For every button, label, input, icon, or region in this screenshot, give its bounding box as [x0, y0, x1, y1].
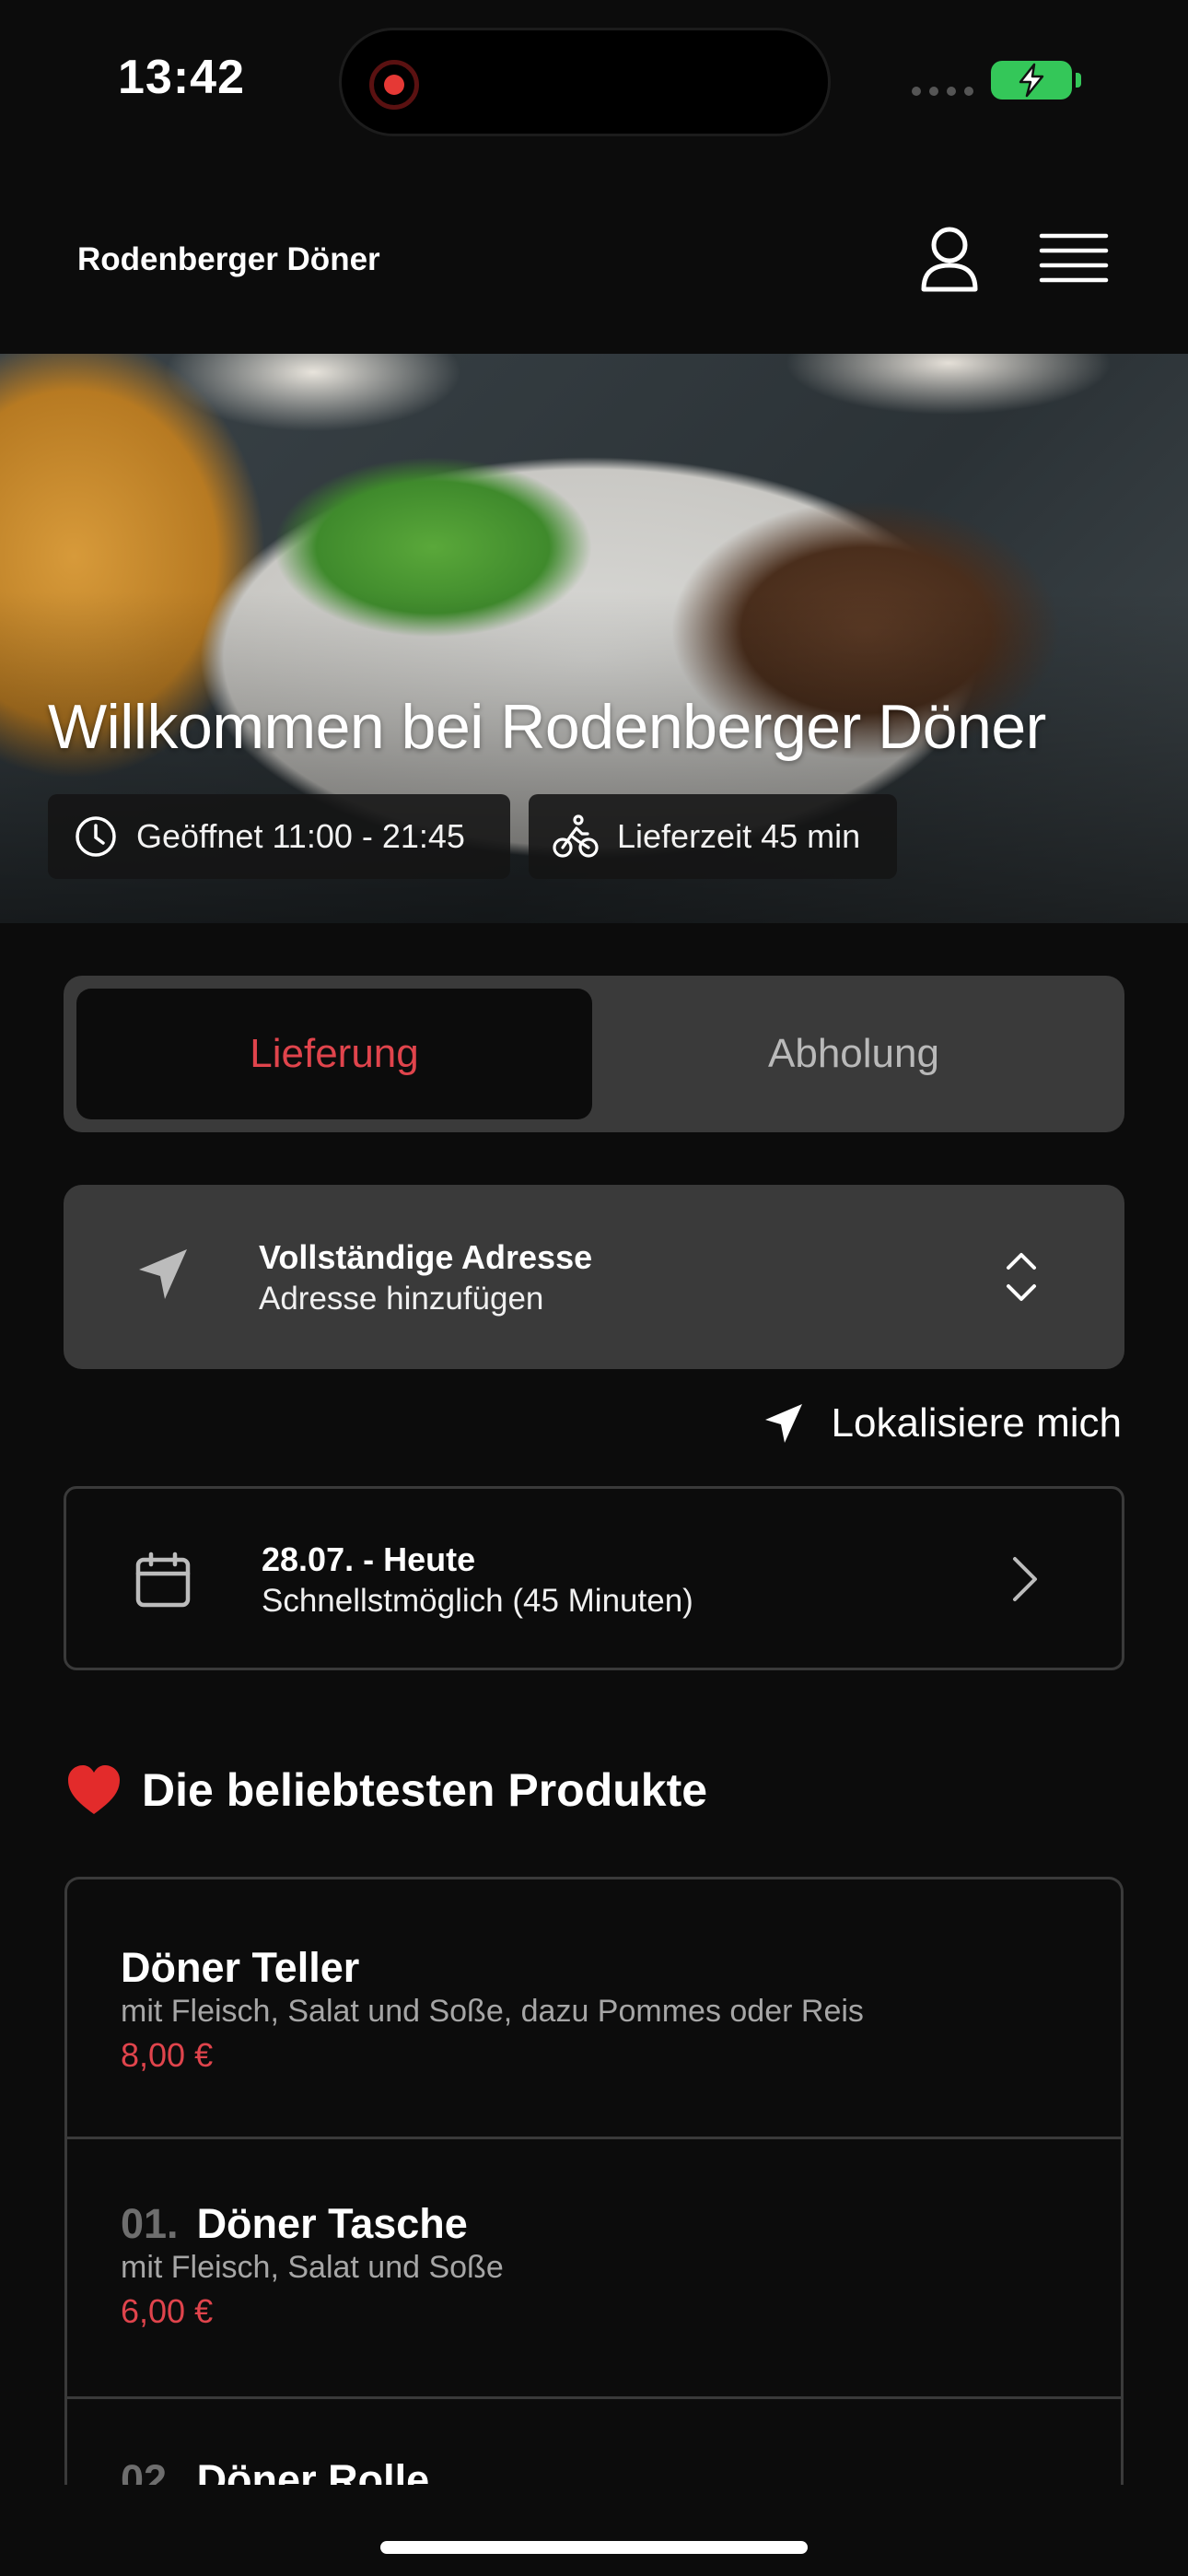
location-arrow-icon: [764, 1404, 802, 1443]
dynamic-island: [339, 28, 831, 136]
product-description: mit Fleisch, Salat und Soße, dazu Pommes…: [121, 1994, 864, 2029]
recording-indicator-icon: [369, 60, 419, 110]
opening-hours-badge: Geöffnet 11:00 - 21:45: [48, 794, 510, 879]
product-name: Döner Teller: [121, 1944, 360, 1991]
delivery-date-selector[interactable]: 28.07. - Heute Schnellstmöglich (45 Minu…: [64, 1486, 1124, 1670]
section-title-text: Die beliebtesten Produkte: [142, 1764, 708, 1816]
opening-hours-text: Geöffnet 11:00 - 21:45: [136, 817, 465, 855]
product-item[interactable]: 02. Döner Rolle: [67, 2399, 1121, 2485]
locate-me-label: Lokalisiere mich: [831, 1400, 1122, 1446]
section-title-popular: Die beliebtesten Produkte: [66, 1763, 707, 1817]
locate-me-button[interactable]: Lokalisiere mich: [763, 1400, 1122, 1446]
app-header: Rodenberger Döner: [0, 166, 1188, 354]
delivery-time-text: Lieferzeit 45 min: [617, 817, 861, 855]
address-title: Vollständige Adresse: [259, 1238, 593, 1276]
calendar-icon: [135, 1551, 191, 1608]
hero-title: Willkommen bei Rodenberger Döner: [48, 692, 1046, 762]
order-mode-toggle: Lieferung Abholung: [64, 976, 1124, 1132]
status-time: 13:42: [118, 51, 245, 104]
tab-pickup[interactable]: Abholung: [596, 989, 1112, 1119]
location-arrow-icon: [139, 1249, 187, 1299]
signal-icon: [912, 87, 973, 96]
home-indicator[interactable]: [380, 2541, 808, 2554]
brand-name[interactable]: Rodenberger Döner: [77, 241, 380, 278]
user-icon: [921, 227, 978, 292]
hero-banner: Willkommen bei Rodenberger Döner Geöffne…: [0, 354, 1188, 923]
bike-courier-icon: [553, 814, 599, 858]
product-number: 02.: [121, 2456, 179, 2485]
product-name-row: 01. Döner Tasche: [121, 2200, 468, 2248]
user-account-button[interactable]: [915, 225, 984, 295]
address-subtitle: Adresse hinzufügen: [259, 1281, 544, 1317]
popular-product-list: Döner Teller mit Fleisch, Salat und Soße…: [64, 1877, 1124, 2485]
product-price: 8,00 €: [121, 2036, 214, 2074]
delivery-time-badge: Lieferzeit 45 min: [529, 794, 897, 879]
product-name: Döner Rolle: [196, 2456, 430, 2485]
product-item[interactable]: Döner Teller mit Fleisch, Salat und Soße…: [67, 1879, 1121, 2139]
address-selector[interactable]: Vollständige Adresse Adresse hinzufügen: [64, 1185, 1124, 1369]
clock-icon: [76, 816, 116, 857]
battery-charging-icon: [991, 61, 1081, 100]
chevron-up-down-icon: [1007, 1253, 1036, 1301]
date-title: 28.07. - Heute: [262, 1540, 476, 1578]
tab-delivery[interactable]: Lieferung: [76, 989, 592, 1119]
status-bar: 13:42: [0, 0, 1188, 166]
chevron-right-icon: [1013, 1557, 1037, 1601]
product-description: mit Fleisch, Salat und Soße: [121, 2250, 504, 2285]
product-name-row: 02. Döner Rolle: [121, 2456, 429, 2485]
date-subtitle: Schnellstmöglich (45 Minuten): [262, 1583, 693, 1619]
menu-button[interactable]: [1039, 227, 1109, 291]
product-price: 6,00 €: [121, 2292, 214, 2330]
hamburger-menu-icon: [1039, 233, 1109, 283]
heart-icon: [68, 1765, 120, 1814]
product-name: Döner Tasche: [196, 2200, 468, 2247]
product-item[interactable]: 01. Döner Tasche mit Fleisch, Salat und S…: [67, 2139, 1121, 2399]
product-number: 01.: [121, 2200, 179, 2247]
